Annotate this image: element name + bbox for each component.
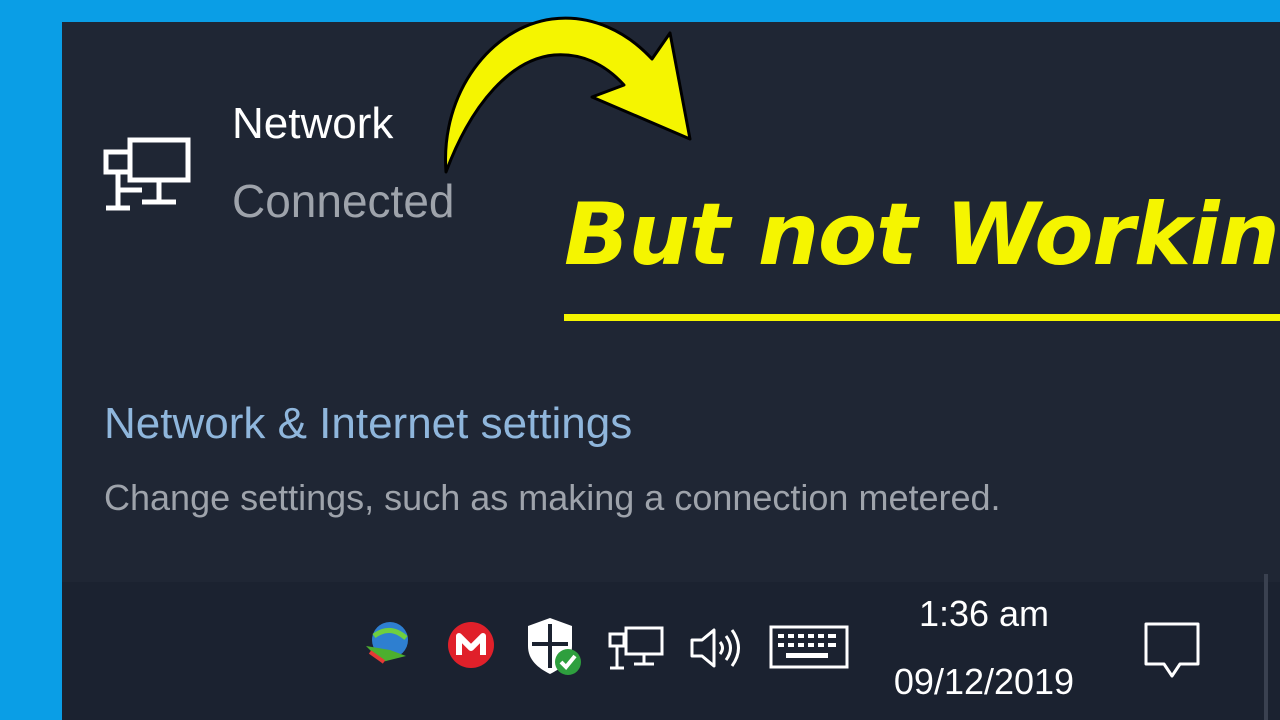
action-center-icon[interactable] [1140, 618, 1204, 687]
network-internet-settings-link[interactable]: Network & Internet settings [104, 402, 632, 446]
overlay-underline [564, 314, 1280, 321]
network-status: Connected [232, 175, 455, 227]
yellow-arrow-icon [432, 0, 702, 202]
network-flyout: Network Connected But not Working Networ… [62, 16, 1280, 720]
clock-date[interactable]: 09/12/2019 [884, 664, 1084, 700]
mega-icon[interactable] [446, 620, 496, 675]
download-manager-icon[interactable] [360, 616, 416, 677]
windows-security-icon[interactable] [524, 614, 584, 683]
overlay-caption: But not Working [564, 185, 1280, 285]
keyboard-icon[interactable] [768, 622, 852, 679]
clock-time[interactable]: 1:36 am [914, 596, 1054, 632]
settings-description: Change settings, such as making a connec… [104, 477, 1001, 518]
network-icon[interactable] [606, 622, 666, 679]
wired-network-icon [102, 134, 192, 239]
network-name: Network [232, 99, 394, 148]
taskbar-edge [1264, 574, 1268, 720]
volume-icon[interactable] [688, 624, 748, 677]
taskbar [62, 582, 1280, 720]
